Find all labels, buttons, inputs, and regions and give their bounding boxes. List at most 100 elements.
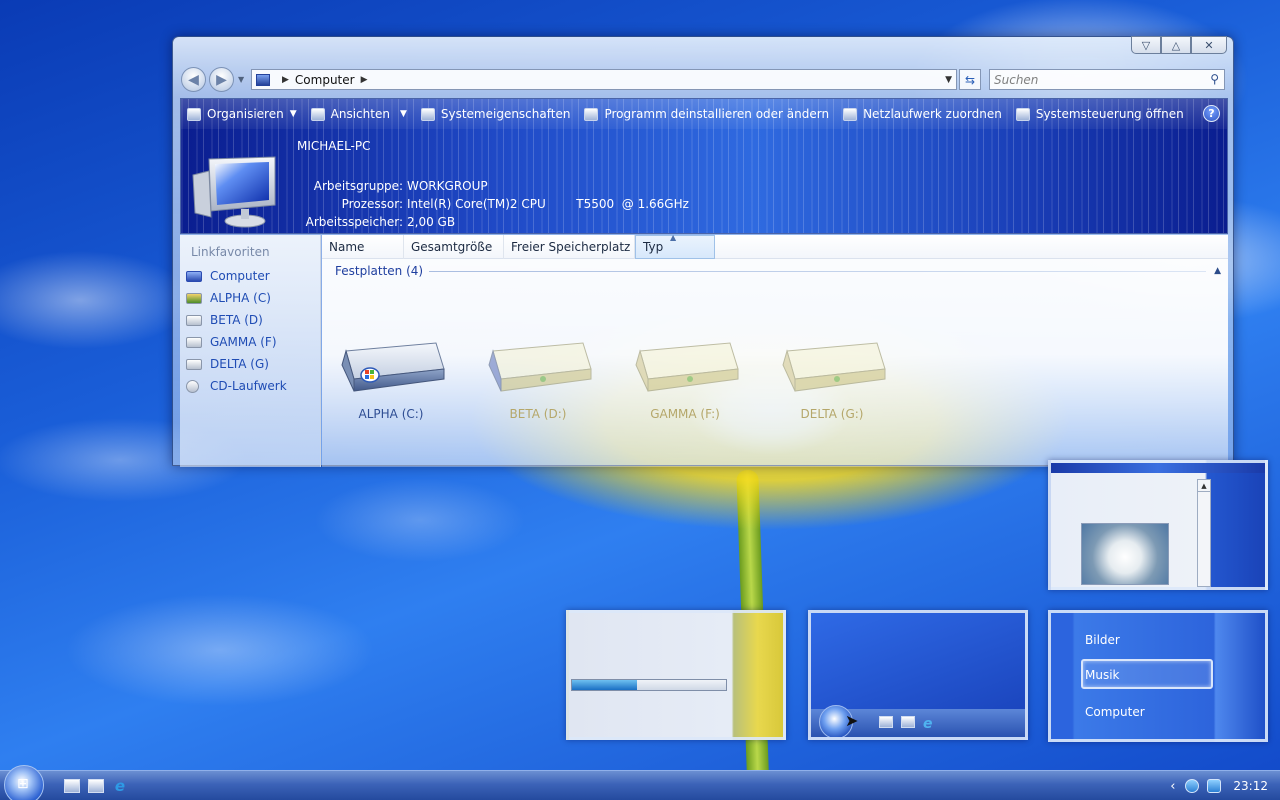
- help-button[interactable]: ?: [1203, 105, 1220, 122]
- detail-row-workgroup: Arbeitsgruppe: WORKGROUP: [301, 177, 689, 195]
- forward-arrow-icon: ▶: [216, 71, 227, 88]
- control-panel-button[interactable]: Systemsteuerung öffnen: [1015, 107, 1184, 121]
- nav-link-alpha[interactable]: ALPHA (C): [186, 291, 271, 305]
- nav-link-label: GAMMA (F): [210, 335, 277, 349]
- nav-link-cd-drive[interactable]: CD-Laufwerk: [186, 379, 287, 393]
- minimize-button[interactable]: ▽: [1131, 36, 1161, 54]
- breadcrumb-chevron-icon[interactable]: ▶: [361, 75, 368, 85]
- search-icon[interactable]: ⚲: [1210, 72, 1219, 86]
- show-desktop-icon[interactable]: [64, 779, 80, 793]
- mouse-cursor-icon: ➤: [845, 711, 859, 730]
- drive-g-icon: [186, 358, 202, 370]
- detail-row-memory: Arbeitsspeicher: 2,00 GB: [301, 213, 689, 231]
- refresh-button[interactable]: ⇆: [959, 69, 981, 90]
- back-button[interactable]: ◀: [181, 67, 206, 92]
- progress-bar-track: [571, 679, 727, 691]
- column-header-type[interactable]: ▲ Typ: [635, 233, 715, 259]
- windows-logo-icon: ⊞: [17, 776, 29, 792]
- hard-drive-icon: [635, 342, 739, 392]
- show-desktop-icon: [879, 716, 893, 728]
- drive-label: GAMMA (F:): [650, 407, 720, 421]
- preview-start-menu: Bilder Musik Computer: [1048, 610, 1268, 742]
- drive-d-icon: [186, 314, 202, 326]
- breadcrumb-separator-icon[interactable]: ▶: [282, 75, 289, 85]
- uninstall-program-button[interactable]: Programm deinstallieren oder ändern: [584, 107, 829, 121]
- organize-label: Organisieren: [207, 107, 284, 121]
- address-dropdown-icon[interactable]: ▼: [945, 75, 952, 85]
- organize-button[interactable]: Organisieren ▼: [187, 107, 297, 121]
- preview-progress-bar: [566, 610, 786, 740]
- user-tray-icon[interactable]: [1185, 779, 1200, 793]
- column-headers: Name Gesamtgröße Freier Speicherplatz ▲ …: [322, 233, 1228, 259]
- drive-item-alpha[interactable]: ALPHA (C:): [326, 335, 456, 425]
- nav-link-label: BETA (D): [210, 313, 263, 327]
- favorite-links-pane: Linkfavoriten Computer ALPHA (C) BETA (D…: [180, 235, 321, 467]
- hard-drive-icon: [488, 342, 592, 392]
- group-divider: [429, 270, 1207, 272]
- back-arrow-icon: ◀: [188, 71, 199, 88]
- switch-windows-icon[interactable]: [88, 779, 104, 793]
- column-header-name[interactable]: Name: [322, 235, 404, 259]
- system-properties-icon: [420, 107, 435, 121]
- column-header-type-label: Typ: [643, 240, 664, 254]
- drive-item-gamma[interactable]: GAMMA (F:): [620, 335, 750, 425]
- chevron-down-icon: ▼: [289, 109, 297, 119]
- system-properties-button[interactable]: Systemeigenschaften: [420, 107, 570, 121]
- nav-link-label: ALPHA (C): [210, 291, 271, 305]
- menu-item-musik: Musik: [1085, 668, 1120, 682]
- details-banner: Organisieren ▼ Ansichten ▼ Systemeigensc…: [180, 98, 1228, 234]
- preview-banner-strip: [1051, 463, 1265, 473]
- drive-label: BETA (D:): [509, 407, 567, 421]
- drive-c-icon: [186, 292, 202, 304]
- internet-explorer-icon: e: [923, 716, 933, 732]
- drive-item-delta[interactable]: DELTA (G:): [767, 335, 897, 425]
- start-button[interactable]: ⊞: [4, 765, 44, 800]
- collapse-group-icon[interactable]: ▲: [1214, 266, 1221, 276]
- refresh-icon: ⇆: [964, 72, 976, 87]
- nav-link-gamma[interactable]: GAMMA (F): [186, 335, 277, 349]
- detail-label: Arbeitsgruppe:: [313, 179, 403, 193]
- close-button[interactable]: ✕: [1191, 36, 1227, 54]
- views-dropdown-icon[interactable]: ▼: [400, 109, 407, 119]
- column-header-free-space[interactable]: Freier Speicherplatz: [504, 235, 635, 259]
- quick-launch: e: [64, 777, 136, 795]
- menu-item-computer: Computer: [1085, 705, 1145, 719]
- views-icon: [310, 107, 325, 121]
- nav-link-label: Computer: [210, 269, 270, 283]
- computer-monitor-icon: [192, 156, 276, 228]
- map-network-drive-button[interactable]: Netzlaufwerk zuordnen: [843, 107, 1002, 121]
- progress-bar-fill: [572, 680, 637, 690]
- network-icon[interactable]: [1207, 779, 1222, 793]
- detail-value: 2,00 GB: [407, 215, 456, 229]
- detail-label: Arbeitsspeicher:: [305, 215, 403, 229]
- nav-link-computer[interactable]: Computer: [186, 269, 270, 283]
- preview-quick-launch: e: [879, 716, 933, 732]
- cd-drive-icon: [186, 379, 199, 393]
- recent-pages-dropdown[interactable]: ▼: [238, 75, 244, 84]
- drive-label: DELTA (G:): [800, 407, 864, 421]
- map-network-drive-label: Netzlaufwerk zuordnen: [863, 107, 1002, 121]
- breadcrumb-computer[interactable]: Computer: [295, 73, 355, 87]
- nav-link-beta[interactable]: BETA (D): [186, 313, 263, 327]
- column-header-total-size[interactable]: Gesamtgröße: [404, 235, 504, 259]
- nav-link-label: CD-Laufwerk: [210, 379, 287, 393]
- search-input[interactable]: Suchen ⚲: [989, 69, 1225, 90]
- computer-name: MICHAEL-PC: [297, 139, 371, 153]
- address-bar[interactable]: ▶ Computer ▶ ▼: [251, 69, 957, 90]
- maximize-button[interactable]: △: [1161, 36, 1191, 54]
- notification-area: ‹ 23:12: [1170, 771, 1280, 800]
- search-placeholder: Suchen: [994, 72, 1039, 87]
- views-button[interactable]: Ansichten ▼: [310, 107, 407, 121]
- forward-button[interactable]: ▶: [209, 67, 234, 92]
- show-hidden-icons-button[interactable]: ‹: [1170, 779, 1175, 794]
- control-panel-label: Systemsteuerung öffnen: [1035, 107, 1184, 121]
- group-header-hard-drives[interactable]: Festplatten (4) ▲: [335, 263, 1221, 279]
- internet-explorer-icon[interactable]: e: [112, 777, 128, 795]
- help-icon: ?: [1208, 107, 1215, 120]
- clock[interactable]: 23:12: [1233, 779, 1268, 793]
- preview-scrollbar: ▲: [1197, 479, 1211, 587]
- uninstall-program-icon: [584, 107, 599, 121]
- nav-link-delta[interactable]: DELTA (G): [186, 357, 269, 371]
- preview-explorer-scrollbar: ▲: [1048, 460, 1268, 590]
- drive-item-beta[interactable]: BETA (D:): [473, 335, 603, 425]
